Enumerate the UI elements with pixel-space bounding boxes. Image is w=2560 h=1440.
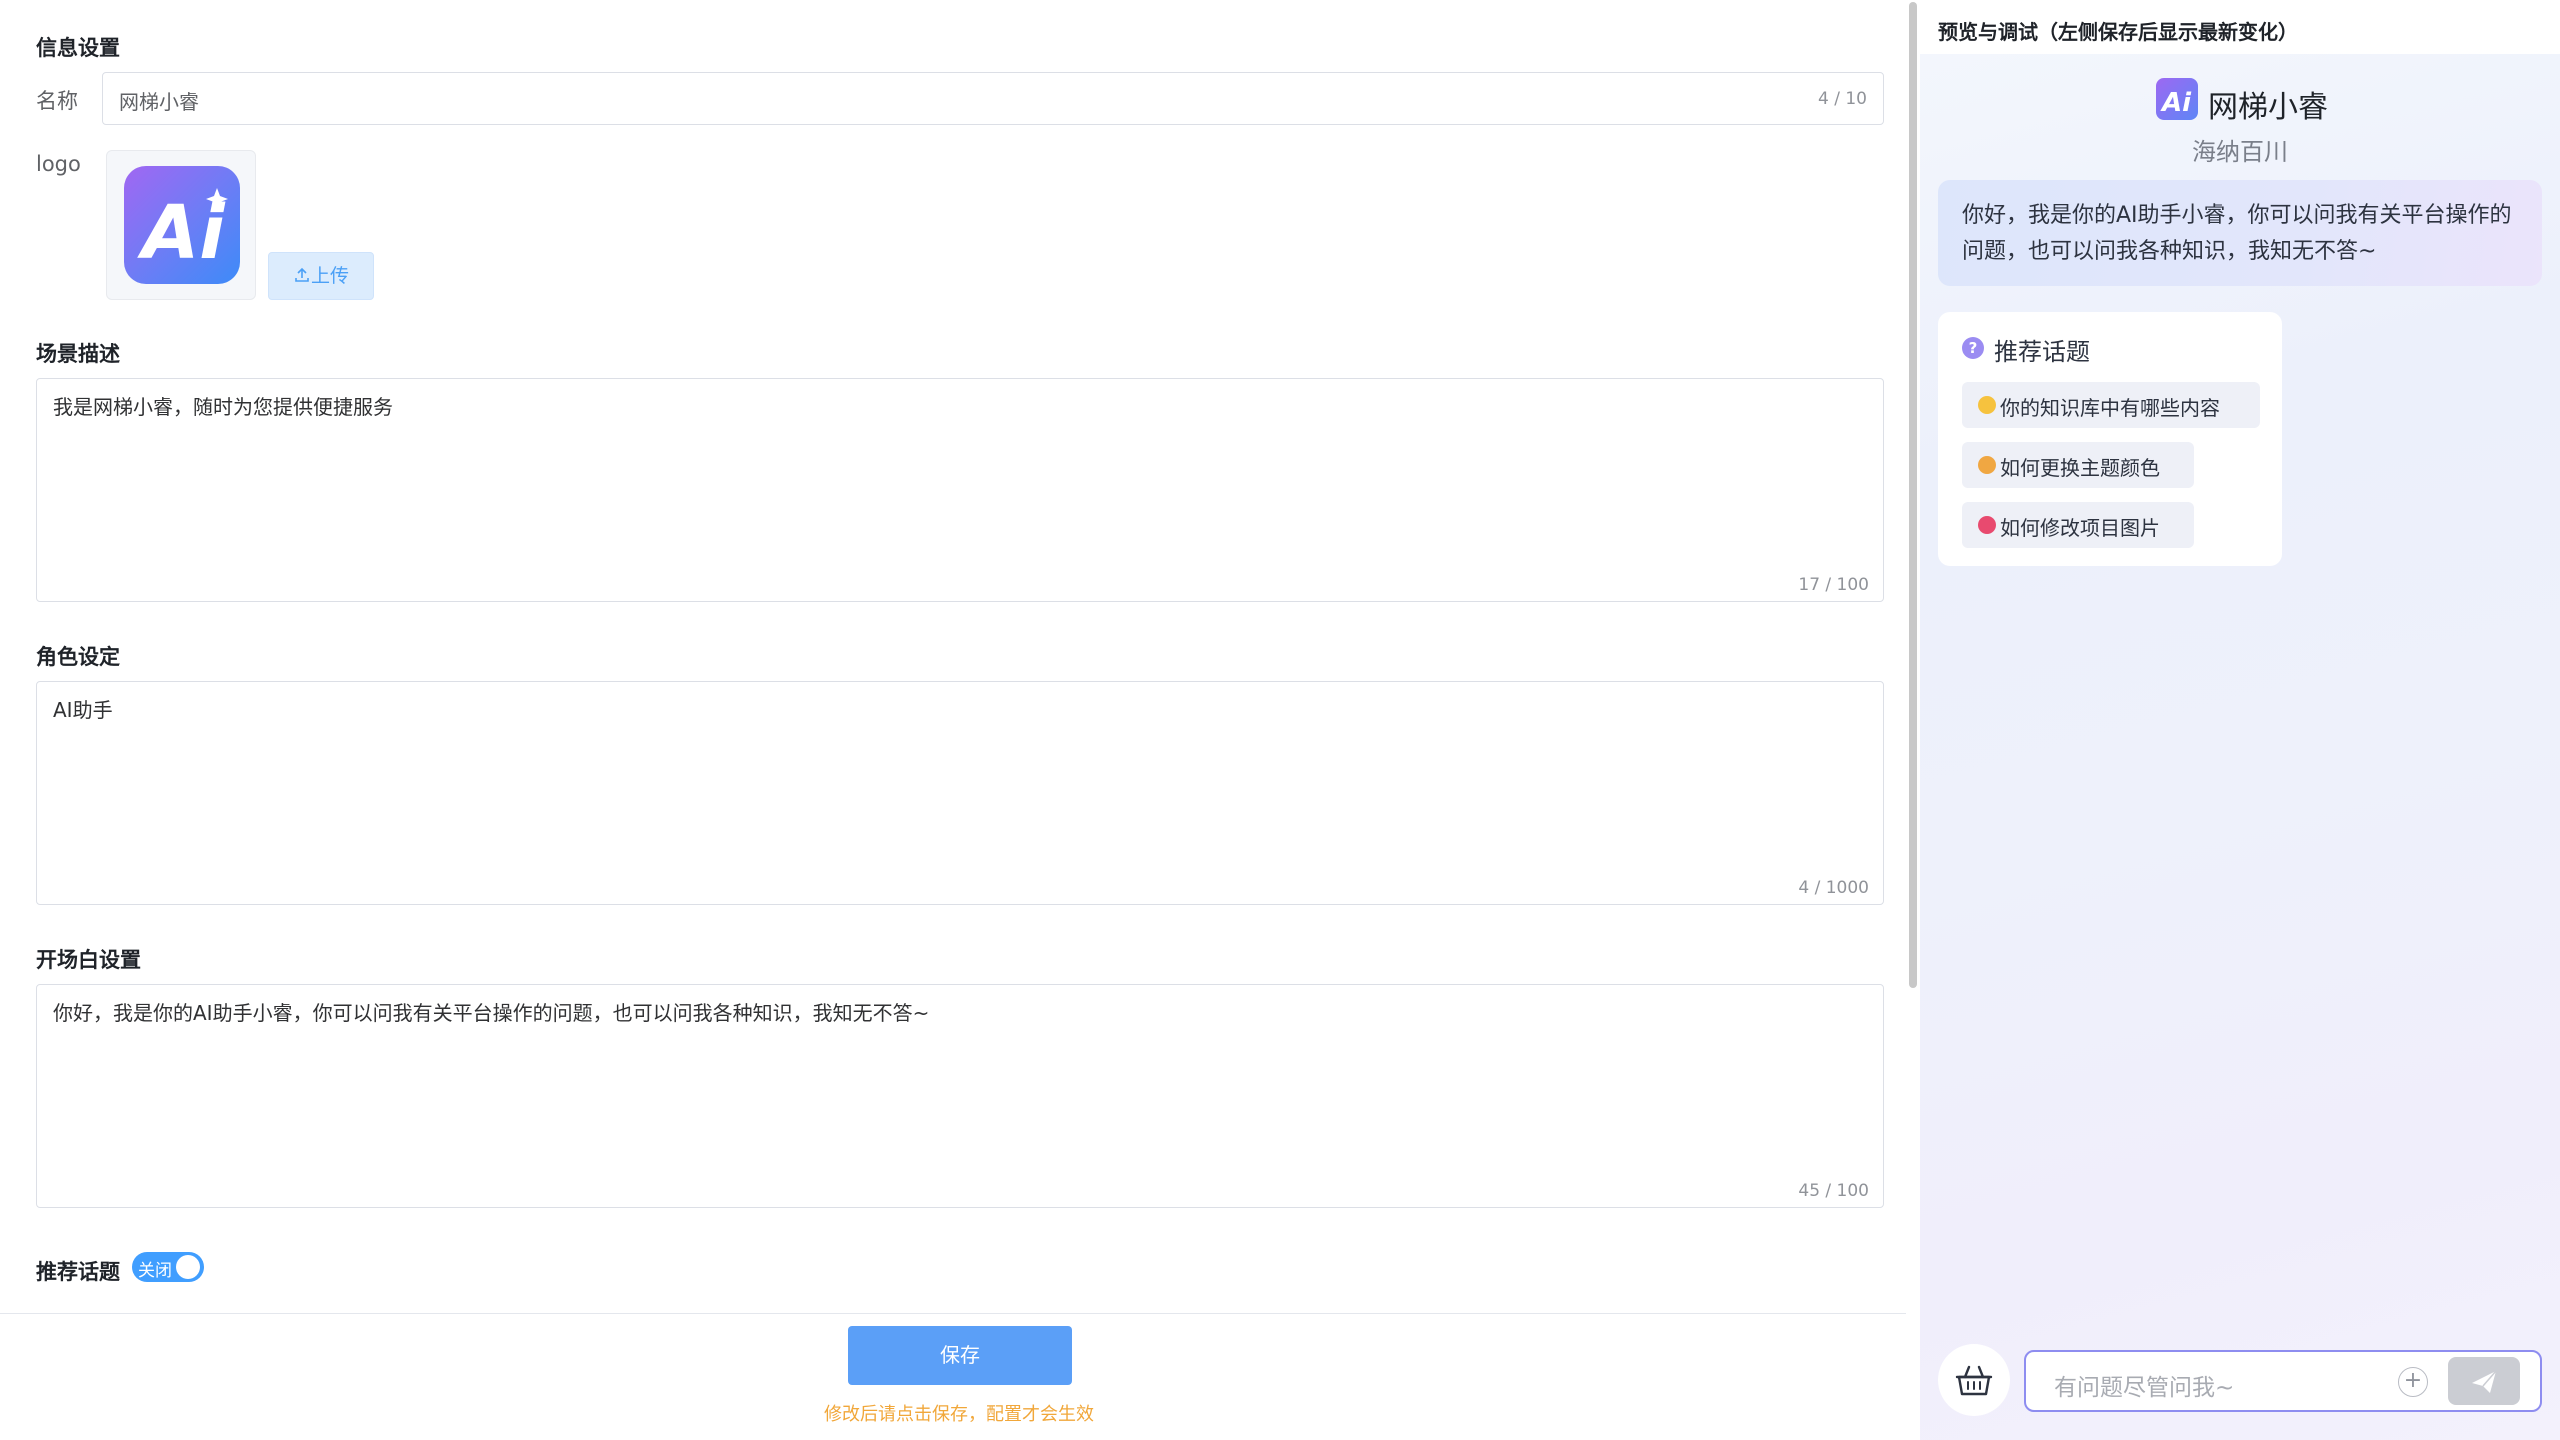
role-value: AI助手 (53, 698, 113, 722)
scene-value: 我是网梯小睿，随时为您提供便捷服务 (53, 395, 393, 419)
scene-textarea[interactable]: 我是网梯小睿，随时为您提供便捷服务 17 / 100 (36, 378, 1884, 602)
topic-chip[interactable]: 如何修改项目图片 (1962, 502, 2194, 548)
emoji-face-icon (1978, 456, 1996, 474)
chat-input-placeholder: 有问题尽管问我~ (2054, 1375, 2235, 1401)
greeting-text: 你好，我是你的AI助手小睿，你可以问我有关平台操作的问题，也可以问我各种知识，我… (1962, 203, 2512, 264)
emoji-lollipop-icon (1978, 516, 1996, 534)
question-icon: ? (1962, 337, 1984, 359)
topic-label: 如何更换主题颜色 (2000, 456, 2160, 480)
save-hint: 修改后请点击保存，配置才会生效 (824, 1404, 1094, 1425)
logo-preview[interactable]: Ai (106, 150, 256, 300)
section-title-info: 信息设置 (36, 36, 120, 60)
chat-input[interactable]: 有问题尽管问我~ + (2024, 1350, 2542, 1412)
topics-toggle[interactable]: 关闭 (132, 1252, 204, 1282)
scrollbar-thumb[interactable] (1909, 2, 1917, 988)
brand-name: 网梯小睿 (2208, 90, 2328, 125)
emoji-face-icon (1978, 396, 1996, 414)
send-icon (2472, 1370, 2497, 1393)
section-title-opening: 开场白设置 (36, 948, 141, 972)
section-title-role: 角色设定 (36, 645, 120, 669)
section-title-scene: 场景描述 (36, 342, 120, 366)
brand-logo-text: Ai (2160, 88, 2192, 118)
name-input[interactable]: 网梯小睿 4 / 10 (102, 72, 1884, 125)
toggle-knob (176, 1255, 200, 1279)
greeting-bubble: 你好，我是你的AI助手小睿，你可以问我有关平台操作的问题，也可以问我各种知识，我… (1938, 180, 2542, 286)
plus-icon[interactable]: + (2398, 1367, 2428, 1397)
basket-button[interactable] (1938, 1344, 2010, 1416)
logo-image: Ai (124, 166, 240, 284)
scene-counter: 17 / 100 (1798, 575, 1869, 595)
preview-title: 预览与调试（左侧保存后显示最新变化） (1938, 20, 2298, 44)
footer-divider (0, 1313, 1906, 1314)
role-textarea[interactable]: AI助手 4 / 1000 (36, 681, 1884, 905)
settings-panel: 信息设置 名称 网梯小睿 4 / 10 logo Ai 上传 场景描述 我是网梯… (0, 0, 1906, 1440)
topic-label: 如何修改项目图片 (2000, 516, 2160, 540)
brand-logo-icon: Ai (2156, 78, 2198, 120)
role-counter: 4 / 1000 (1798, 878, 1869, 898)
basket-icon (1955, 1365, 1993, 1396)
opening-textarea[interactable]: 你好，我是你的AI助手小睿，你可以问我有关平台操作的问题，也可以问我各种知识，我… (36, 984, 1884, 1208)
name-counter: 4 / 10 (1818, 89, 1867, 109)
logo-label: logo (36, 152, 81, 176)
topic-label: 你的知识库中有哪些内容 (2000, 396, 2220, 420)
recommended-topics-card: ? 推荐话题 你的知识库中有哪些内容 如何更换主题颜色 如何修改项目图片 (1938, 312, 2282, 566)
ai-logo-icon: Ai (137, 188, 228, 276)
opening-value: 你好，我是你的AI助手小睿，你可以问我有关平台操作的问题，也可以问我各种知识，我… (53, 1001, 930, 1025)
topic-chip[interactable]: 你的知识库中有哪些内容 (1962, 382, 2260, 428)
upload-label: 上传 (310, 265, 349, 287)
logo-text: Ai (137, 190, 226, 276)
name-label: 名称 (36, 89, 78, 113)
save-button[interactable]: 保存 (848, 1326, 1072, 1385)
upload-icon (295, 267, 309, 282)
section-title-topics: 推荐话题 (36, 1260, 120, 1284)
send-button[interactable] (2448, 1357, 2520, 1405)
upload-button[interactable]: 上传 (268, 252, 374, 300)
brand-org: 海纳百川 (2192, 138, 2288, 166)
preview-panel: 预览与调试（左侧保存后显示最新变化） Ai 网梯小睿 海纳百川 你好，我是你的A… (1920, 0, 2560, 1440)
toggle-label: 关闭 (138, 1261, 172, 1281)
topic-chip[interactable]: 如何更换主题颜色 (1962, 442, 2194, 488)
name-input-value: 网梯小睿 (119, 90, 199, 114)
topics-header-label: 推荐话题 (1994, 338, 2090, 366)
opening-counter: 45 / 100 (1798, 1181, 1869, 1201)
